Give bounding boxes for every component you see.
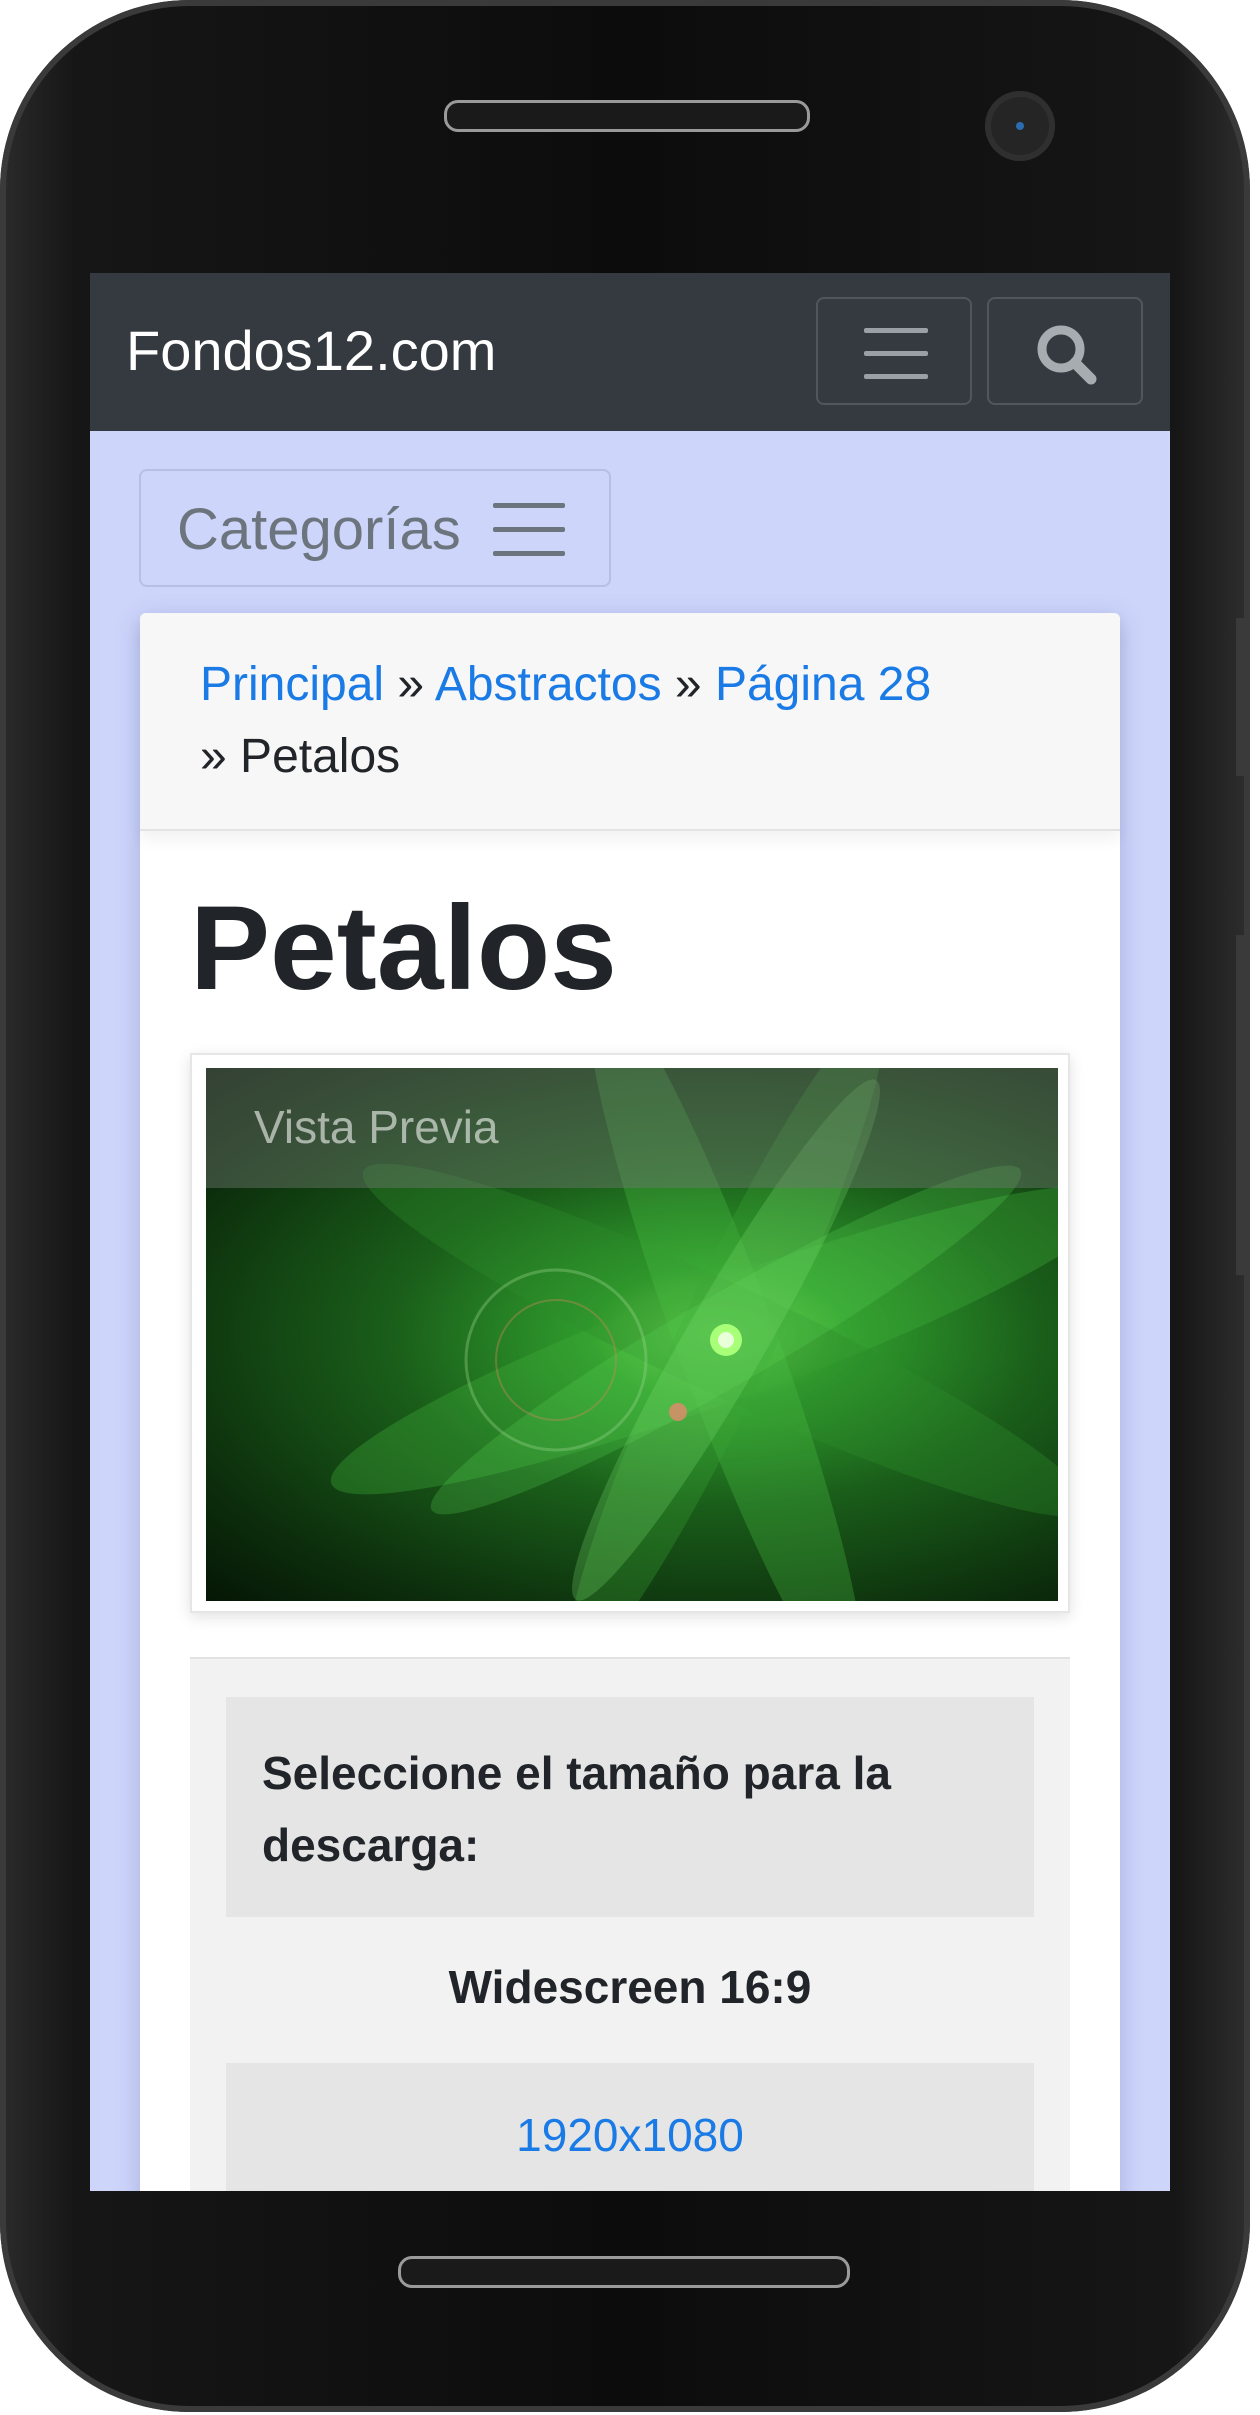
breadcrumb-trail: Principal » Abstractos » Página 28 » Pet… [200, 649, 960, 793]
menu-toggle-button[interactable] [816, 297, 972, 405]
categories-label: Categorías [177, 497, 461, 562]
volume-button [1236, 618, 1250, 776]
breadcrumb-link-pagina[interactable]: Página 28 [715, 658, 931, 711]
size-option-row[interactable]: 1920x1080 [226, 2063, 1034, 2191]
breadcrumb: Principal » Abstractos » Página 28 » Pet… [140, 613, 1120, 831]
browser-viewport[interactable]: Fondos12.com Categorías Principal » Abst… [90, 273, 1170, 2191]
earpiece-speaker [444, 100, 810, 132]
content-card: Principal » Abstractos » Página 28 » Pet… [140, 613, 1120, 2191]
power-button [1236, 935, 1250, 1275]
wallpaper-preview-frame[interactable]: Vista Previa [190, 1053, 1070, 1613]
download-heading: Seleccione el tamaño para la descarga: [262, 1747, 891, 1871]
preview-overlay-bar: Vista Previa [206, 1068, 1058, 1188]
breadcrumb-current: Petalos [240, 730, 401, 783]
wallpaper-preview-image[interactable]: Vista Previa [206, 1068, 1058, 1601]
search-icon [1037, 325, 1097, 385]
site-brand-link[interactable]: Fondos12.com [126, 321, 496, 381]
download-heading-box: Seleccione el tamaño para la descarga: [226, 1697, 1034, 1917]
breadcrumb-separator: » [397, 658, 425, 711]
breadcrumb-separator: » [674, 658, 702, 711]
size-link-1920x1080[interactable]: 1920x1080 [226, 2107, 1034, 2163]
phone-frame: Fondos12.com Categorías Principal » Abst… [0, 0, 1250, 2412]
download-panel: Seleccione el tamaño para la descarga: W… [190, 1657, 1070, 2191]
bottom-speaker [398, 2256, 850, 2288]
preview-overlay-label: Vista Previa [254, 1101, 499, 1153]
hamburger-icon [864, 328, 928, 379]
top-navbar: Fondos12.com [90, 273, 1170, 431]
hamburger-icon [493, 503, 565, 556]
front-camera-icon [985, 91, 1055, 161]
aspect-ratio-label: Widescreen 16:9 [448, 1961, 812, 2013]
page-title: Petalos [190, 881, 617, 1015]
search-toggle-button[interactable] [987, 297, 1143, 405]
categories-button[interactable]: Categorías [139, 469, 611, 587]
breadcrumb-link-abstractos[interactable]: Abstractos [435, 658, 662, 711]
breadcrumb-link-principal[interactable]: Principal [200, 658, 384, 711]
breadcrumb-separator: » [200, 730, 227, 783]
